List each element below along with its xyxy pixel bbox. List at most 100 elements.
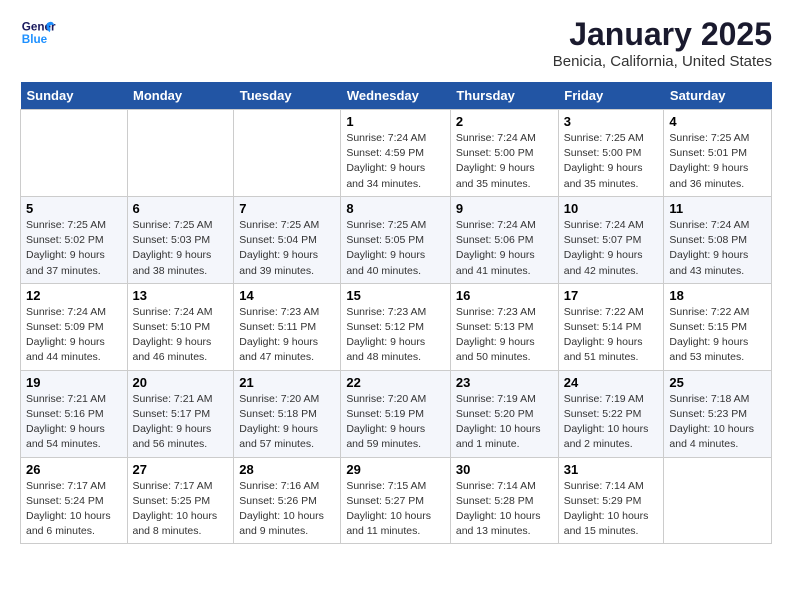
calendar-week-1: 1 Sunrise: 7:24 AM Sunset: 4:59 PM Daylig…: [21, 110, 772, 197]
calendar-cell: 31Sunrise: 7:14 AM Sunset: 5:29 PM Dayli…: [558, 457, 664, 544]
calendar-table: SundayMondayTuesdayWednesdayThursdayFrid…: [20, 82, 772, 544]
calendar-cell: 23 Sunrise: 7:19 AM Sunset: 5:20 PM Dayli…: [450, 370, 558, 457]
day-info: Sunrise: 7:25 AM Sunset: 5:02 PM Dayligh…: [26, 218, 122, 279]
day-info: Sunrise: 7:24 AM Sunset: 4:59 PM Dayligh…: [346, 131, 445, 192]
day-number: 12: [26, 288, 122, 303]
calendar-cell: 13Sunrise: 7:24 AM Sunset: 5:10 PM Dayli…: [127, 283, 234, 370]
day-info: Sunrise: 7:25 AM Sunset: 5:05 PM Dayligh…: [346, 218, 445, 279]
day-number: 31: [564, 462, 659, 477]
day-info: Sunrise: 7:22 AM Sunset: 5:15 PM Dayligh…: [669, 305, 766, 366]
calendar-cell: 12 Sunrise: 7:24 AM Sunset: 5:09 PM Dayli…: [21, 283, 128, 370]
calendar-cell: 22Sunrise: 7:20 AM Sunset: 5:19 PM Dayli…: [341, 370, 451, 457]
calendar-cell: 19 Sunrise: 7:21 AM Sunset: 5:16 PM Dayli…: [21, 370, 128, 457]
day-number: 24: [564, 375, 659, 390]
calendar-cell: 2Sunrise: 7:24 AM Sunset: 5:00 PM Daylig…: [450, 110, 558, 197]
column-header-thursday: Thursday: [450, 82, 558, 110]
day-number: 29: [346, 462, 445, 477]
day-info: Sunrise: 7:24 AM Sunset: 5:10 PM Dayligh…: [133, 305, 229, 366]
calendar-cell: 10 Sunrise: 7:24 AM Sunset: 5:07 PM Dayli…: [558, 196, 664, 283]
day-info: Sunrise: 7:23 AM Sunset: 5:11 PM Dayligh…: [239, 305, 335, 366]
column-header-monday: Monday: [127, 82, 234, 110]
day-number: 19: [26, 375, 122, 390]
calendar-cell: 28 Sunrise: 7:16 AM Sunset: 5:26 PM Dayli…: [234, 457, 341, 544]
day-info: Sunrise: 7:24 AM Sunset: 5:06 PM Dayligh…: [456, 218, 553, 279]
calendar-cell: 25 Sunrise: 7:18 AM Sunset: 5:23 PM Dayli…: [664, 370, 772, 457]
calendar-cell: 21 Sunrise: 7:20 AM Sunset: 5:18 PM Dayli…: [234, 370, 341, 457]
day-info: Sunrise: 7:25 AM Sunset: 5:04 PM Dayligh…: [239, 218, 335, 279]
calendar-cell: 29 Sunrise: 7:15 AM Sunset: 5:27 PM Dayli…: [341, 457, 451, 544]
day-number: 9: [456, 201, 553, 216]
calendar-cell: 24 Sunrise: 7:19 AM Sunset: 5:22 PM Dayli…: [558, 370, 664, 457]
title-block: January 2025 Benicia, California, United…: [553, 16, 772, 70]
day-info: Sunrise: 7:17 AM Sunset: 5:25 PM Dayligh…: [133, 479, 229, 540]
day-info: Sunrise: 7:24 AM Sunset: 5:08 PM Dayligh…: [669, 218, 766, 279]
day-number: 6: [133, 201, 229, 216]
calendar-cell: 3 Sunrise: 7:25 AM Sunset: 5:00 PM Daylig…: [558, 110, 664, 197]
day-info: Sunrise: 7:17 AM Sunset: 5:24 PM Dayligh…: [26, 479, 122, 540]
svg-text:Blue: Blue: [22, 33, 48, 46]
day-info: Sunrise: 7:23 AM Sunset: 5:12 PM Dayligh…: [346, 305, 445, 366]
day-number: 21: [239, 375, 335, 390]
column-header-sunday: Sunday: [21, 82, 128, 110]
day-number: 11: [669, 201, 766, 216]
day-number: 10: [564, 201, 659, 216]
calendar-cell: [234, 110, 341, 197]
day-info: Sunrise: 7:21 AM Sunset: 5:17 PM Dayligh…: [133, 392, 229, 453]
day-info: Sunrise: 7:25 AM Sunset: 5:00 PM Dayligh…: [564, 131, 659, 192]
day-number: 17: [564, 288, 659, 303]
calendar-cell: 1 Sunrise: 7:24 AM Sunset: 4:59 PM Daylig…: [341, 110, 451, 197]
day-number: 20: [133, 375, 229, 390]
day-number: 27: [133, 462, 229, 477]
day-info: Sunrise: 7:24 AM Sunset: 5:07 PM Dayligh…: [564, 218, 659, 279]
day-info: Sunrise: 7:21 AM Sunset: 5:16 PM Dayligh…: [26, 392, 122, 453]
calendar-week-2: 5Sunrise: 7:25 AM Sunset: 5:02 PM Daylig…: [21, 196, 772, 283]
day-number: 16: [456, 288, 553, 303]
day-number: 25: [669, 375, 766, 390]
calendar-cell: 4 Sunrise: 7:25 AM Sunset: 5:01 PM Daylig…: [664, 110, 772, 197]
day-info: Sunrise: 7:20 AM Sunset: 5:18 PM Dayligh…: [239, 392, 335, 453]
day-info: Sunrise: 7:23 AM Sunset: 5:13 PM Dayligh…: [456, 305, 553, 366]
calendar-cell: 8 Sunrise: 7:25 AM Sunset: 5:05 PM Daylig…: [341, 196, 451, 283]
calendar-cell: 15 Sunrise: 7:23 AM Sunset: 5:12 PM Dayli…: [341, 283, 451, 370]
day-number: 23: [456, 375, 553, 390]
day-info: Sunrise: 7:15 AM Sunset: 5:27 PM Dayligh…: [346, 479, 445, 540]
day-info: Sunrise: 7:18 AM Sunset: 5:23 PM Dayligh…: [669, 392, 766, 453]
day-info: Sunrise: 7:19 AM Sunset: 5:22 PM Dayligh…: [564, 392, 659, 453]
calendar-cell: 14 Sunrise: 7:23 AM Sunset: 5:11 PM Dayli…: [234, 283, 341, 370]
calendar-cell: 30 Sunrise: 7:14 AM Sunset: 5:28 PM Dayli…: [450, 457, 558, 544]
calendar-cell: 6Sunrise: 7:25 AM Sunset: 5:03 PM Daylig…: [127, 196, 234, 283]
day-number: 8: [346, 201, 445, 216]
calendar-cell: 9 Sunrise: 7:24 AM Sunset: 5:06 PM Daylig…: [450, 196, 558, 283]
calendar-cell: 27 Sunrise: 7:17 AM Sunset: 5:25 PM Dayli…: [127, 457, 234, 544]
calendar-cell: 17Sunrise: 7:22 AM Sunset: 5:14 PM Dayli…: [558, 283, 664, 370]
calendar-header-row: SundayMondayTuesdayWednesdayThursdayFrid…: [21, 82, 772, 110]
calendar-cell: 26Sunrise: 7:17 AM Sunset: 5:24 PM Dayli…: [21, 457, 128, 544]
day-info: Sunrise: 7:25 AM Sunset: 5:01 PM Dayligh…: [669, 131, 766, 192]
calendar-cell: [664, 457, 772, 544]
logo-icon: General Blue: [20, 16, 56, 52]
page-header: General Blue January 2025 Benicia, Calif…: [20, 16, 772, 70]
calendar-cell: 16 Sunrise: 7:23 AM Sunset: 5:13 PM Dayli…: [450, 283, 558, 370]
calendar-cell: 11 Sunrise: 7:24 AM Sunset: 5:08 PM Dayli…: [664, 196, 772, 283]
page-subtitle: Benicia, California, United States: [553, 53, 772, 70]
calendar-cell: [21, 110, 128, 197]
column-header-wednesday: Wednesday: [341, 82, 451, 110]
day-number: 3: [564, 114, 659, 129]
day-number: 22: [346, 375, 445, 390]
day-info: Sunrise: 7:24 AM Sunset: 5:09 PM Dayligh…: [26, 305, 122, 366]
day-number: 14: [239, 288, 335, 303]
day-number: 1: [346, 114, 445, 129]
page-title: January 2025: [553, 16, 772, 53]
day-info: Sunrise: 7:24 AM Sunset: 5:00 PM Dayligh…: [456, 131, 553, 192]
day-number: 4: [669, 114, 766, 129]
logo: General Blue: [20, 16, 56, 52]
day-info: Sunrise: 7:14 AM Sunset: 5:28 PM Dayligh…: [456, 479, 553, 540]
column-header-saturday: Saturday: [664, 82, 772, 110]
day-info: Sunrise: 7:19 AM Sunset: 5:20 PM Dayligh…: [456, 392, 553, 453]
day-number: 7: [239, 201, 335, 216]
day-number: 30: [456, 462, 553, 477]
column-header-friday: Friday: [558, 82, 664, 110]
day-number: 28: [239, 462, 335, 477]
day-number: 15: [346, 288, 445, 303]
day-info: Sunrise: 7:16 AM Sunset: 5:26 PM Dayligh…: [239, 479, 335, 540]
